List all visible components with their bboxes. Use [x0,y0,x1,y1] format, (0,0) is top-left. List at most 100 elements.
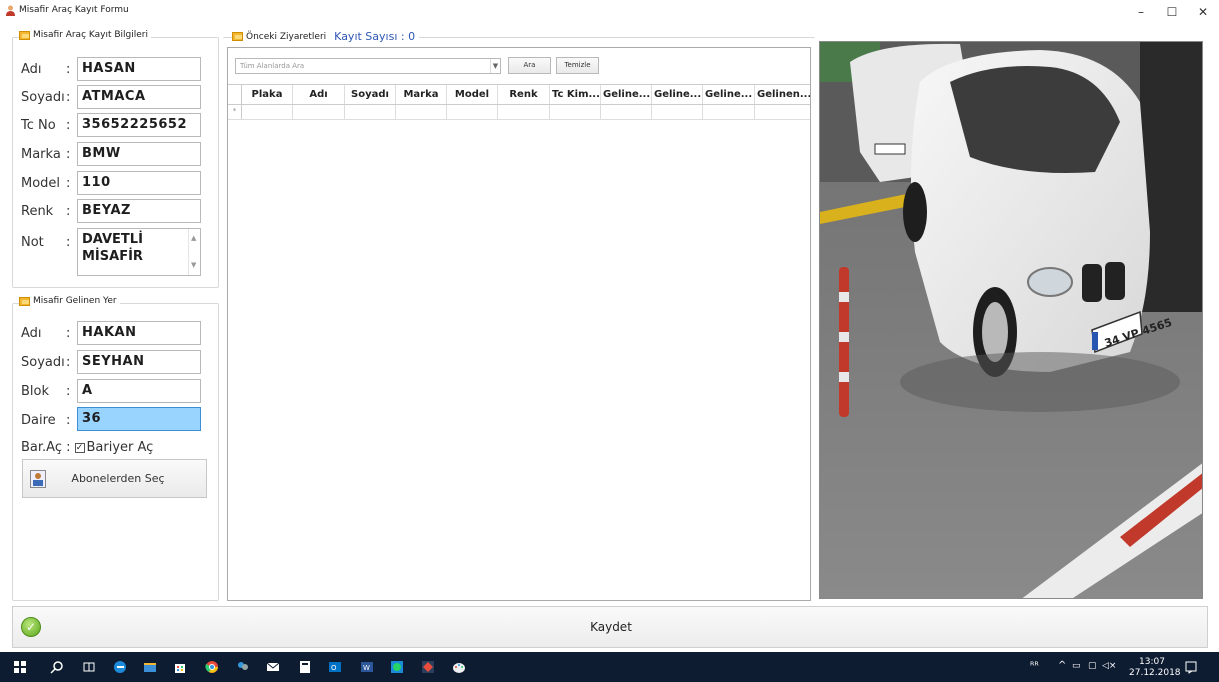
col-host-4[interactable]: Gelinen... [755,85,810,104]
select-from-subscribers-button[interactable]: Abonelerden Seç [22,459,207,498]
outlook-icon[interactable]: O [328,660,342,674]
word-icon[interactable]: W [360,660,374,674]
paint-icon[interactable] [452,660,466,674]
guest-name-sep: : [66,62,71,77]
grid-cell[interactable] [498,105,550,119]
network-icon[interactable]: ▢ [1088,661,1097,671]
grid-cell[interactable] [755,105,810,119]
col-surname[interactable]: Soyadı [345,85,396,104]
host-surname-sep: : [66,355,71,370]
col-brand[interactable]: Marka [396,85,447,104]
chevron-down-icon[interactable]: ▼ [490,59,500,73]
people-tray-icon[interactable]: ᴿᴿ [1030,661,1039,672]
chevron-up-icon[interactable]: ^ [1058,660,1066,671]
host-group-legend: Misafir Gelinen Yer [33,296,117,306]
barrier-checkbox-label[interactable]: Bariyer Aç [87,440,154,455]
scroll-up-icon[interactable]: ▲ [191,230,196,247]
host-name-input[interactable]: HAKAN [77,321,201,345]
col-host-2[interactable]: Geline... [652,85,703,104]
clock-date[interactable]: 27.12.2018 [1129,668,1181,678]
search-all-fields-combo[interactable]: Tüm Alanlarda Ara [235,58,501,74]
close-button[interactable]: ✕ [1188,2,1218,22]
scroll-down-icon[interactable]: ▼ [191,257,196,274]
grid-cell[interactable] [447,105,498,119]
grid-cell[interactable] [396,105,447,119]
col-plate[interactable]: Plaka [242,85,293,104]
edge-browser-icon[interactable] [113,660,127,674]
mail-icon[interactable] [266,660,280,674]
search-icon[interactable] [50,660,64,674]
guest-color-input[interactable]: BEYAZ [77,199,201,223]
host-block-sep: : [66,384,71,399]
guest-tcno-input[interactable]: 35652225652 [77,113,201,137]
guest-surname-label: Soyadı [21,90,65,105]
volume-icon[interactable]: ◁× [1102,661,1116,671]
grid-cell[interactable] [242,105,293,119]
clock-time[interactable]: 13:07 [1139,657,1165,667]
col-model[interactable]: Model [447,85,498,104]
guest-model-label: Model [21,176,61,191]
svg-text:W: W [363,664,370,672]
maximize-button[interactable]: ☐ [1157,2,1187,22]
guest-name-input[interactable]: HASAN [77,57,201,81]
grid-cell[interactable] [703,105,755,119]
whatsapp-icon[interactable] [390,660,404,674]
clear-button[interactable]: Temizle [556,57,599,74]
grid-new-row[interactable]: * [228,105,810,120]
camera-snapshot: 34 VP 4565 [819,41,1203,599]
previous-visits-legend: Önceki Ziyaretleri Kayıt Sayısı : 0 [232,30,420,43]
note-scrollbar[interactable]: ▲ ▼ [188,229,200,275]
windows-start-icon[interactable] [13,660,27,674]
col-tc-id[interactable]: Tc Kim... [550,85,601,104]
calculator-icon[interactable] [298,660,312,674]
people-icon[interactable] [236,660,250,674]
chrome-icon[interactable] [205,660,219,674]
guest-note-label: Not [21,235,44,250]
guest-brand-input[interactable]: BMW [77,142,201,166]
guest-color-sep: : [66,204,71,219]
contact-card-icon [30,469,46,488]
previous-visits-title: Önceki Ziyaretleri [246,31,327,42]
col-host-3[interactable]: Geline... [703,85,755,104]
grid-cell[interactable] [652,105,703,119]
windows-taskbar: O W ᴿᴿ ^ ▭ ▢ ◁× 13:07 27.12.2018 [0,652,1219,682]
guest-brand-label: Marka [21,147,61,162]
col-host-1[interactable]: Geline... [601,85,652,104]
task-view-icon[interactable] [82,660,96,674]
guest-model-sep: : [66,176,71,191]
note-line-2: MİSAFİR [82,249,143,264]
host-apartment-sep: : [66,413,71,428]
guest-surname-input[interactable]: ATMACA [77,85,201,109]
save-button[interactable]: ✓ Kaydet [12,606,1208,648]
previous-visits-panel [227,47,811,601]
host-surname-label: Soyadı [21,355,65,370]
col-name[interactable]: Adı [293,85,345,104]
grid-cell[interactable] [293,105,345,119]
battery-icon[interactable]: ▭ [1072,661,1081,671]
grid-cell[interactable] [345,105,396,119]
guest-model-input[interactable]: 110 [77,171,201,195]
camera-scene: 34 VP 4565 [820,42,1202,598]
folder-icon [19,296,30,306]
notification-icon[interactable] [1184,660,1198,674]
file-explorer-icon[interactable] [143,660,157,674]
search-button[interactable]: Ara [508,57,551,74]
host-apartment-input[interactable]: 36 [77,407,201,431]
minimize-button[interactable]: – [1126,2,1156,22]
previous-visits-grid[interactable]: Plaka Adı Soyadı Marka Model Renk Tc Kim… [228,84,810,120]
host-name-sep: : [66,326,71,341]
grid-cell[interactable] [601,105,652,119]
barrier-checkbox[interactable]: ✓ [74,442,85,453]
store-icon[interactable] [173,660,187,674]
guest-brand-sep: : [66,147,71,162]
grid-cell[interactable] [550,105,601,119]
guest-note-textarea[interactable]: DAVETLİ MİSAFİR ▲ ▼ [77,228,201,276]
guest-group-legend: Misafir Araç Kayıt Bilgileri [33,30,148,40]
title-bar: Misafir Araç Kayıt Formu – ☐ ✕ [0,0,1219,24]
host-apartment-label: Daire [21,413,56,428]
col-color[interactable]: Renk [498,85,550,104]
host-block-input[interactable]: A [77,379,201,403]
host-surname-input[interactable]: SEYHAN [77,350,201,374]
save-label: Kaydet [590,620,632,634]
app-red-icon[interactable] [421,660,435,674]
